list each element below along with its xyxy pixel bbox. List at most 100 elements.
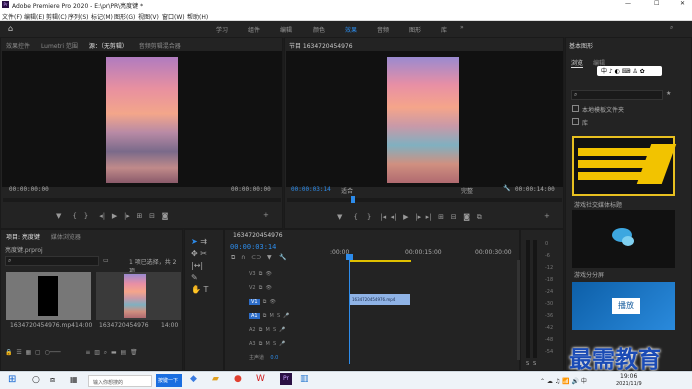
maximize-button[interactable]: ☐ [654, 0, 659, 7]
program-timecode[interactable]: 00:00:03:14 [291, 186, 331, 193]
pen-tool-icon[interactable]: ✎ [191, 273, 198, 282]
wps-icon[interactable]: W [256, 374, 265, 384]
source-scrubber[interactable] [3, 198, 281, 202]
workspace-learn[interactable]: 学习 [216, 25, 228, 34]
start-icon[interactable]: ⊞ [8, 374, 16, 385]
timeline-clip-v1[interactable]: 1634720454976.mp4 [350, 294, 410, 305]
selection-tool-icon[interactable]: ➤ [191, 237, 198, 246]
prog-go-out-icon[interactable]: ▸| [426, 213, 432, 221]
playhead-handle[interactable] [346, 254, 353, 260]
local-templates-checkbox[interactable] [572, 105, 579, 112]
workspace-effects[interactable]: 效果 [345, 25, 357, 34]
template-thumb-1[interactable] [572, 136, 677, 196]
razor-icon[interactable]: ✂ [200, 249, 207, 258]
new-bin-icon[interactable]: ▭ [103, 257, 109, 264]
template-thumb-2[interactable] [572, 210, 675, 268]
program-playhead[interactable] [351, 196, 355, 203]
graphics-search-input[interactable]: ⌕ [571, 90, 663, 100]
prog-step-forward-icon[interactable]: |▸ [415, 213, 421, 221]
project-search-input[interactable]: ⌕ [5, 256, 99, 266]
media-thumb-1[interactable] [6, 272, 91, 320]
graphics-scrollbar[interactable] [684, 93, 688, 133]
program-add-button-icon[interactable]: + [544, 212, 550, 220]
sort-icon[interactable]: ≡ [85, 349, 90, 356]
play-icon[interactable]: ▶ [112, 212, 117, 220]
ime-toolbar[interactable]: 中 ♪ ◐ ⌨ ♙ ✿ [597, 66, 662, 76]
master-volume[interactable]: 0.0 [270, 355, 278, 361]
source-timecode[interactable]: 00:00:00:00 [9, 186, 49, 193]
track-a2[interactable]: A2 ⧉ M S 🎤 [249, 327, 286, 341]
trash-icon[interactable]: 🗑 [130, 349, 138, 356]
timeline-tab[interactable]: 1634720454976 [233, 232, 283, 239]
insert-icon[interactable]: ⊞ [137, 212, 143, 220]
tab-browse[interactable]: 浏览 [571, 58, 584, 68]
task-view-icon[interactable]: ⧈ [50, 375, 55, 385]
widgets-icon[interactable]: ▦ [70, 375, 78, 384]
menu-graphics[interactable]: 图形(G) [114, 12, 135, 21]
program-scrubber[interactable] [287, 196, 562, 203]
prog-mark-icon[interactable]: ▼ [337, 213, 342, 221]
new-item-icon[interactable]: ▤ [120, 349, 126, 356]
track-a1[interactable]: A1 ⧉ M S 🎤 [249, 313, 290, 327]
tab-media-browser[interactable]: 媒体浏览器 [51, 232, 81, 241]
prog-step-back-icon[interactable]: ◂| [391, 213, 397, 221]
premiere-taskbar-icon[interactable]: Pr [280, 373, 292, 385]
hand-tool-icon[interactable]: ✋ [191, 285, 201, 294]
timeline-timecode[interactable]: 00:00:03:14 [230, 243, 276, 251]
menu-window[interactable]: 窗口(W) [162, 12, 185, 21]
workspace-audio[interactable]: 音频 [377, 25, 389, 34]
out-bracket-icon[interactable]: } [84, 212, 88, 220]
source-add-button-icon[interactable]: + [263, 211, 269, 219]
list-view-icon[interactable]: ☰ [16, 349, 21, 356]
workspace-graphics[interactable]: 图形 [409, 25, 421, 34]
tab-lumetri-scopes[interactable]: Lumetri 范围 [41, 41, 78, 50]
star-icon[interactable]: ★ [666, 90, 671, 97]
type-tool-icon[interactable]: T [204, 285, 209, 294]
track-v3[interactable]: V3 ⧉ 👁 [249, 271, 272, 285]
lock-icon[interactable]: 🔒 [5, 349, 12, 356]
slip-tool-icon[interactable]: |↔| [191, 261, 203, 270]
more-workspaces-icon[interactable]: » [460, 24, 464, 31]
camera-icon[interactable]: ◙ [463, 213, 470, 221]
find-icon[interactable]: ⌕ [104, 349, 107, 356]
close-button[interactable]: ✕ [680, 0, 685, 7]
quality-dropdown[interactable]: 完整 [461, 186, 473, 195]
step-back-icon[interactable]: ◂| [99, 212, 105, 220]
workspace-editing[interactable]: 编辑 [280, 25, 292, 34]
menu-view[interactable]: 视图(V) [138, 12, 159, 21]
nest-icon[interactable]: ⧉ [231, 254, 235, 261]
library-checkbox[interactable] [572, 118, 579, 125]
linked-icon[interactable]: ⊂⊃ [251, 254, 261, 261]
app-icon-2[interactable]: ▥ [300, 374, 309, 384]
add-marker-icon[interactable]: ▼ [267, 254, 272, 261]
menu-help[interactable]: 帮助(H) [187, 12, 208, 21]
solo-right[interactable]: S [533, 361, 536, 367]
menu-sequence[interactable]: 序列(S) [68, 12, 89, 21]
taskbar-prompt-button[interactable]: 按键一下 [156, 374, 182, 387]
minimize-button[interactable]: — [625, 0, 631, 7]
overwrite-icon[interactable]: ⊟ [149, 212, 155, 220]
mark-in-icon[interactable]: ▼ [56, 212, 61, 220]
extract-icon[interactable]: ⊟ [451, 213, 457, 221]
menu-clip[interactable]: 剪辑(C) [46, 12, 67, 21]
new-bin-bottom-icon[interactable]: ▬ [111, 349, 117, 356]
track-a3[interactable]: A3 ⧉ M S 🎤 [249, 341, 286, 355]
timeline-playhead[interactable] [349, 254, 350, 364]
in-bracket-icon[interactable]: { [73, 212, 77, 220]
workspace-libraries[interactable]: 库 [441, 25, 447, 34]
folder-icon[interactable]: ▰ [212, 374, 219, 384]
automate-icon[interactable]: ▥ [94, 349, 100, 356]
search-taskbar-icon[interactable]: ○ [32, 375, 40, 385]
freeform-view-icon[interactable]: ▢ [35, 349, 41, 356]
prog-out-icon[interactable]: } [367, 213, 371, 221]
track-v1[interactable]: V1 ⧉ 👁 [249, 299, 276, 313]
chrome-icon[interactable]: ● [234, 374, 242, 384]
template-thumb-3[interactable]: 播放 [572, 282, 675, 330]
menu-file[interactable]: 文件(F) [2, 12, 22, 21]
ripple-edit-icon[interactable]: ✥ [191, 249, 198, 258]
tab-source[interactable]: 源：（无剪辑） [89, 41, 128, 50]
snap-icon[interactable]: ∩ [241, 254, 245, 261]
solo-left[interactable]: S [526, 361, 529, 367]
step-forward-icon[interactable]: |▸ [124, 212, 130, 220]
prog-go-in-icon[interactable]: |◂ [380, 213, 386, 221]
